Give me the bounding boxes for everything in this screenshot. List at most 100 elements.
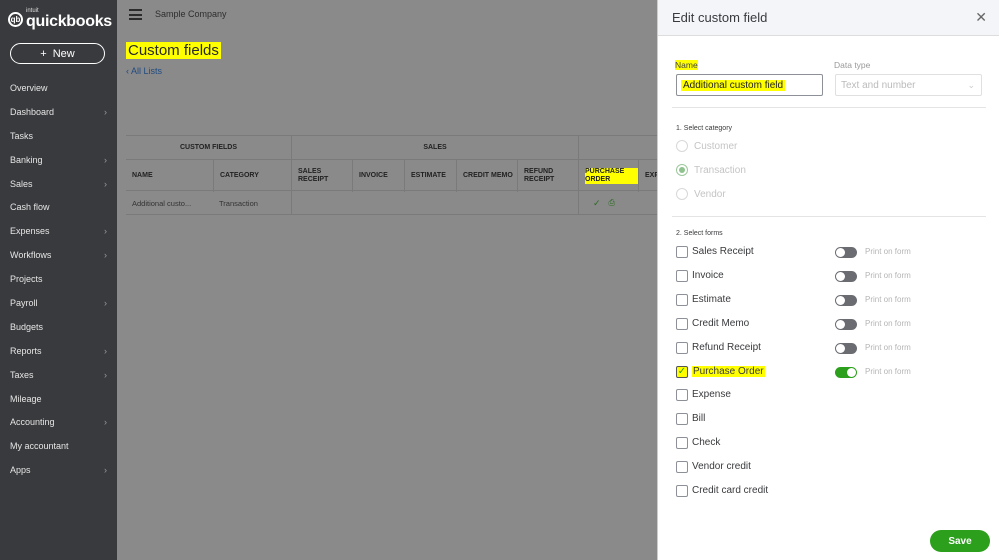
form-checkbox[interactable] [676, 437, 688, 450]
sidebar: qb intuit quickbooks + New Overview Dashb… [0, 0, 117, 560]
sidebar-item-label: Taxes [10, 369, 34, 380]
sidebar-item-sales[interactable]: Sales › [0, 172, 117, 196]
radio-button[interactable] [676, 140, 688, 152]
name-field-value: Additional custom field [681, 79, 786, 91]
form-checkbox[interactable] [676, 485, 688, 497]
form-label: Purchase Order [692, 365, 765, 377]
form-label: Sales Receipt [692, 246, 754, 257]
sidebar-item-cash-flow[interactable]: Cash flow [0, 195, 117, 219]
form-checkbox[interactable] [676, 269, 688, 282]
sidebar-item-mileage[interactable]: Mileage [0, 387, 117, 411]
new-button-label: New [52, 47, 75, 60]
row-name-cell: Additional custo... [132, 198, 192, 208]
form-option-expense: Expense [676, 389, 986, 403]
column-header-credit-memo[interactable]: CREDIT MEMO [456, 160, 517, 192]
category-label: Vendor [694, 188, 726, 200]
sidebar-item-workflows[interactable]: Workflows › [0, 243, 117, 267]
category-option-customer[interactable]: Customer [676, 140, 737, 152]
table-row[interactable]: Additional custo... Transaction ✓ ⎙ [126, 191, 666, 215]
sidebar-item-tasks[interactable]: Tasks [0, 124, 117, 148]
save-button[interactable]: Save [930, 530, 990, 552]
print-on-form-toggle[interactable] [835, 270, 857, 282]
sidebar-item-my-accountant[interactable]: My accountant [0, 434, 117, 458]
sidebar-item-taxes[interactable]: Taxes › [0, 363, 117, 387]
sidebar-item-label: Projects [10, 274, 43, 285]
name-field[interactable]: Additional custom field [676, 74, 823, 96]
close-icon[interactable]: ✕ [975, 9, 987, 26]
print-on-form-toggle[interactable] [835, 318, 857, 330]
form-checkbox[interactable]: ✓ [676, 365, 688, 378]
print-on-form-label: Print on form [865, 366, 911, 376]
print-on-form-label: Print on form [865, 270, 911, 280]
menu-icon[interactable] [129, 9, 142, 23]
sidebar-item-label: Overview [10, 82, 48, 93]
row-sales-cells [291, 191, 578, 215]
column-header-invoice[interactable]: INVOICE [352, 160, 404, 192]
data-type-value: Text and number [841, 79, 916, 91]
radio-button[interactable] [676, 164, 688, 176]
row-purchase-order-cell: ✓ ⎙ [578, 191, 638, 215]
chevron-right-icon: › [104, 417, 107, 428]
edit-custom-field-panel: Edit custom field ✕ Name Data type Addit… [657, 0, 999, 560]
data-type-select[interactable]: Text and number ⌄ [835, 74, 982, 96]
form-option-sales-receipt: Sales Receipt Print on form [676, 246, 986, 260]
form-checkbox[interactable] [676, 246, 688, 258]
print-on-form-toggle[interactable] [835, 294, 857, 306]
sidebar-item-projects[interactable]: Projects [0, 267, 117, 291]
form-checkbox[interactable] [676, 461, 688, 474]
column-header-category[interactable]: CATEGORY [213, 160, 291, 192]
print-on-form-toggle[interactable] [835, 342, 857, 354]
sidebar-item-label: Dashboard [10, 106, 55, 117]
sidebar-item-label: Accounting [10, 417, 55, 428]
form-option-credit-memo: Credit Memo Print on form [676, 317, 986, 332]
form-checkbox[interactable] [676, 317, 688, 330]
sidebar-item-label: Cash flow [10, 202, 50, 213]
sidebar-item-dashboard[interactable]: Dashboard › [0, 100, 117, 124]
column-header-estimate[interactable]: ESTIMATE [404, 160, 456, 192]
form-checkbox[interactable] [676, 293, 688, 306]
form-label: Bill [692, 413, 706, 425]
quickbooks-logo[interactable]: qb intuit quickbooks [8, 8, 112, 30]
sidebar-item-apps[interactable]: Apps › [0, 458, 117, 482]
sidebar-item-expenses[interactable]: Expenses › [0, 219, 117, 243]
chevron-right-icon: › [104, 178, 107, 189]
column-header-sales-receipt[interactable]: SALES RECEIPT [291, 160, 352, 192]
category-label: Transaction [694, 164, 746, 176]
print-on-form-toggle[interactable] [835, 247, 857, 258]
form-option-purchase-order: ✓ Purchase Order Print on form [676, 365, 986, 380]
sidebar-item-payroll[interactable]: Payroll › [0, 291, 117, 315]
form-option-refund-receipt: Refund Receipt Print on form [676, 341, 986, 356]
form-option-bill: Bill [676, 413, 986, 427]
column-header-purchase-order[interactable]: PURCHASE ORDER [578, 160, 638, 192]
form-checkbox[interactable] [676, 413, 688, 426]
form-checkbox[interactable] [676, 389, 688, 402]
column-header-refund-receipt[interactable]: REFUND RECEIPT [517, 160, 578, 192]
panel-header: Edit custom field ✕ [658, 0, 999, 36]
sidebar-item-accounting[interactable]: Accounting › [0, 410, 117, 434]
column-header-name[interactable]: NAME [126, 160, 213, 192]
form-label: Invoice [692, 269, 724, 281]
category-option-vendor[interactable]: Vendor [676, 188, 726, 200]
form-label: Credit Memo [692, 317, 750, 329]
table-header-row: NAME CATEGORY SALES RECEIPT INVOICE ESTI… [126, 159, 666, 192]
print-on-form-toggle[interactable] [835, 366, 857, 378]
radio-button[interactable] [676, 188, 688, 200]
sidebar-item-label: Mileage [10, 393, 42, 404]
chevron-right-icon: › [104, 465, 107, 476]
group-header-sales: SALES [291, 135, 578, 159]
name-label: Name [675, 60, 698, 70]
category-option-transaction[interactable]: Transaction [676, 164, 746, 176]
all-lists-link[interactable]: ‹ All Lists [126, 66, 162, 76]
chevron-left-icon: ‹ [126, 66, 129, 76]
panel-title: Edit custom field [672, 10, 768, 25]
new-button[interactable]: + New [10, 43, 105, 64]
chevron-right-icon: › [104, 226, 107, 237]
print-on-form-label: Print on form [865, 318, 911, 328]
sidebar-item-overview[interactable]: Overview [0, 76, 117, 100]
sidebar-item-banking[interactable]: Banking › [0, 148, 117, 172]
form-option-vendor-credit: Vendor credit [676, 461, 986, 475]
form-checkbox[interactable] [676, 341, 688, 354]
page-title: Custom fields [126, 42, 221, 59]
sidebar-item-reports[interactable]: Reports › [0, 339, 117, 363]
sidebar-item-budgets[interactable]: Budgets [0, 315, 117, 339]
